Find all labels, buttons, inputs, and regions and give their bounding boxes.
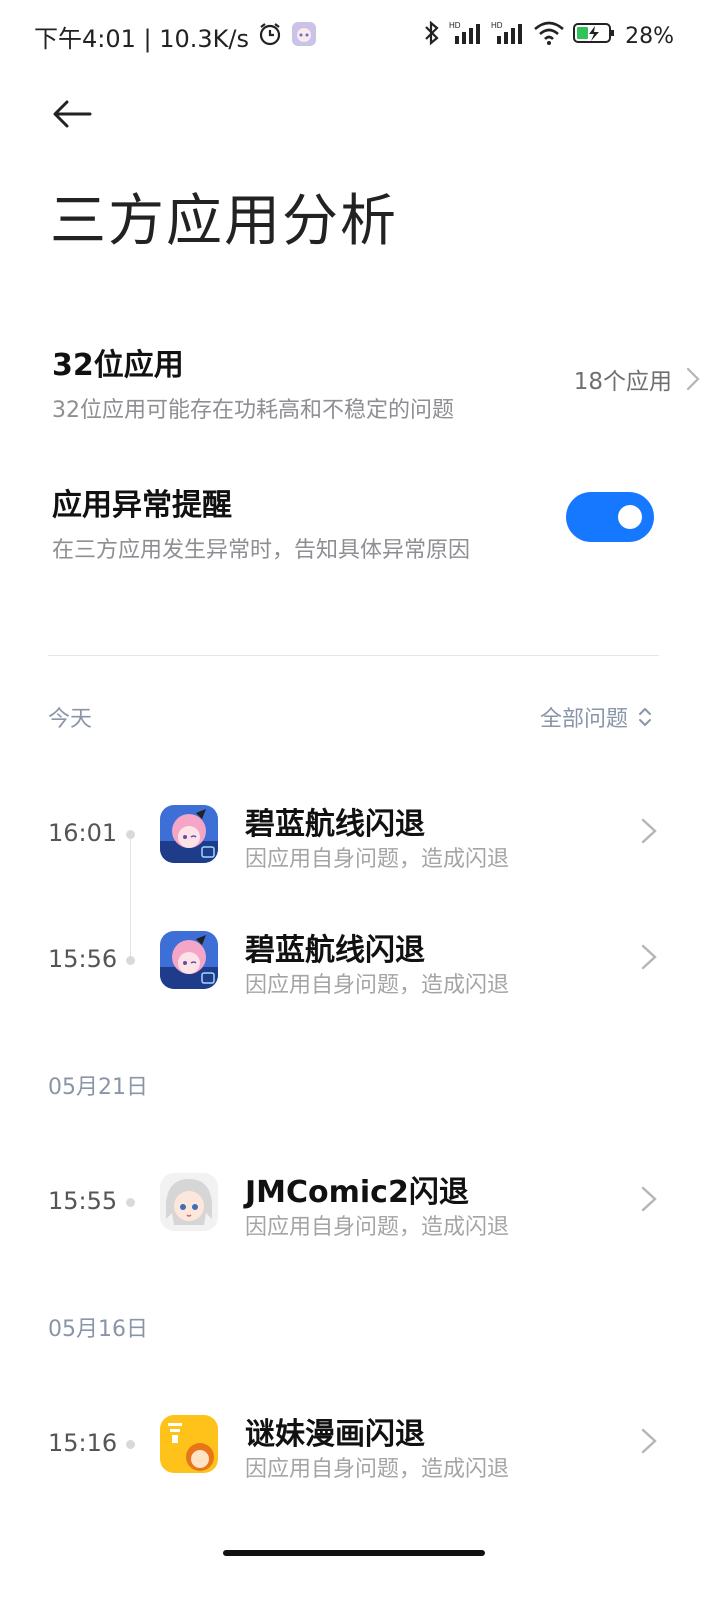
status-time: 下午4:01 | 10.3K/s — [34, 25, 250, 53]
log-desc: 因应用自身问题，造成闪退 — [245, 1215, 510, 1240]
app-analysis-page: 下午4:01 | 10.3K/s HD HD 28% 三方应用分析 32位应用 … — [0, 0, 720, 1600]
svg-text:HD: HD — [449, 21, 461, 30]
log-title: 碧蓝航线闪退 — [245, 807, 425, 842]
log-desc: 因应用自身问题，造成闪退 — [245, 973, 510, 998]
sort-updown-icon — [639, 707, 651, 727]
apps-32bit-count-link[interactable]: 18个应用 — [574, 362, 700, 396]
timeline-dot — [126, 1440, 135, 1449]
back-button[interactable] — [48, 92, 96, 136]
azur-lane-icon — [160, 931, 218, 989]
mimei-icon — [160, 1415, 218, 1473]
app-alert-toggle[interactable] — [566, 492, 654, 542]
timeline-dot — [126, 1198, 135, 1207]
log-title: 谜妹漫画闪退 — [245, 1417, 425, 1452]
section-label-date: 05月16日 — [48, 1317, 148, 1342]
timeline-dot — [126, 956, 135, 965]
log-time: 15:56 — [48, 945, 118, 973]
page-title: 三方应用分析 — [50, 189, 398, 254]
wifi-icon — [533, 20, 565, 52]
bluetooth-icon — [423, 20, 441, 52]
log-title: 碧蓝航线闪退 — [245, 933, 425, 968]
timeline-dot — [126, 830, 135, 839]
log-desc: 因应用自身问题，造成闪退 — [245, 847, 510, 872]
chevron-right-icon — [640, 943, 658, 975]
azur-lane-icon — [160, 805, 218, 863]
alarm-icon — [257, 21, 283, 53]
log-time: 16:01 — [48, 819, 118, 847]
log-desc: 因应用自身问题，造成闪退 — [245, 1457, 510, 1482]
chevron-right-icon — [640, 1427, 658, 1459]
svg-text:HD: HD — [491, 21, 503, 30]
chevron-right-icon — [686, 367, 700, 391]
crash-log-item[interactable]: 15:55 JMComic2闪退 因应用自身问题，造成闪退 — [0, 1161, 720, 1251]
log-time: 15:55 — [48, 1187, 118, 1215]
signal-hd-icon: HD — [449, 20, 483, 52]
crash-log-item[interactable]: 16:01 碧蓝航线闪退 因应用自身问题，造成闪退 — [0, 793, 720, 883]
log-title: JMComic2闪退 — [245, 1175, 469, 1210]
status-bar: 下午4:01 | 10.3K/s HD HD 28% — [0, 0, 720, 72]
chevron-right-icon — [640, 1185, 658, 1217]
chevron-right-icon — [640, 817, 658, 849]
jmcomic-icon — [160, 1173, 218, 1231]
crash-log-item[interactable]: 15:16 谜妹漫画闪退 因应用自身问题，造成闪退 — [0, 1403, 720, 1493]
back-arrow-icon — [53, 100, 92, 128]
home-indicator[interactable] — [223, 1550, 485, 1556]
app-avatar-icon — [291, 21, 317, 53]
filter-dropdown[interactable]: 全部问题 — [540, 701, 652, 733]
divider — [48, 655, 659, 656]
section-label-today: 今天 — [48, 707, 93, 732]
log-time: 15:16 — [48, 1429, 118, 1457]
toggle-knob — [618, 505, 642, 529]
signal-hd-icon: HD — [491, 20, 525, 52]
filter-label: 全部问题 — [539, 707, 628, 732]
crash-log-item[interactable]: 15:56 碧蓝航线闪退 因应用自身问题，造成闪退 — [0, 919, 720, 1009]
apps-32bit-count: 18个应用 — [573, 369, 672, 395]
battery-percent: 28% — [625, 23, 674, 49]
apps-32bit-desc: 32位应用可能存在功耗高和不稳定的问题 — [52, 398, 454, 423]
battery-charging-icon — [573, 20, 617, 52]
section-label-date: 05月21日 — [48, 1075, 148, 1100]
